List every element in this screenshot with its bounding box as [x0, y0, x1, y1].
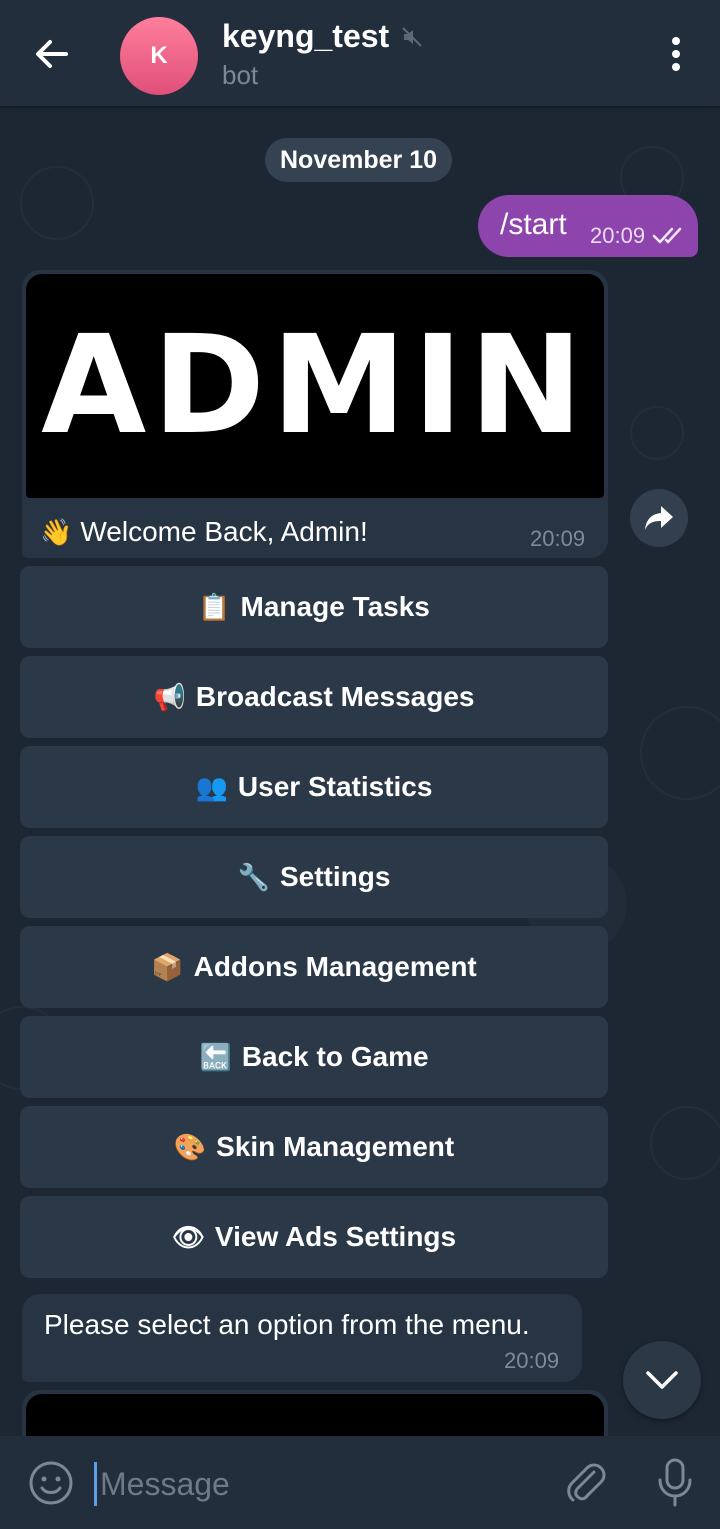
avatar[interactable]: K — [120, 17, 198, 95]
manage-tasks-button[interactable]: 📋 Manage Tasks — [20, 566, 608, 648]
more-options-icon[interactable] — [660, 34, 692, 74]
message-input-bar — [0, 1436, 720, 1529]
view-ads-settings-button[interactable]: 👁 View Ads Settings — [20, 1196, 608, 1278]
scroll-down-button[interactable] — [623, 1341, 701, 1419]
bot-message-card[interactable]: ADMIN 👋 Welcome Back, Admin! 20:09 — [22, 270, 608, 558]
broadcast-messages-label: Broadcast Messages — [195, 681, 475, 712]
settings-label: Settings — [279, 861, 391, 892]
back-to-game-button[interactable]: 🔙 Back to Game — [20, 1016, 608, 1098]
clipboard-icon: 📋 — [198, 592, 231, 622]
user-statistics-button[interactable]: 👥 User Statistics — [20, 746, 608, 828]
message-input[interactable] — [98, 1458, 542, 1510]
outgoing-message-time: 20:09 — [590, 223, 646, 248]
next-banner-image — [26, 1394, 604, 1436]
next-message-card[interactable] — [22, 1390, 608, 1436]
text-cursor — [94, 1462, 97, 1506]
chat-title[interactable]: keyng_test — [222, 18, 423, 55]
addons-management-label: Addons Management — [193, 951, 477, 982]
read-checkmark-icon — [652, 227, 682, 244]
reply-text: Please select an option from the menu. — [44, 1309, 530, 1340]
outgoing-message-text: /start — [500, 208, 567, 241]
megaphone-icon: 📢 — [153, 682, 186, 712]
palette-icon: 🎨 — [173, 1132, 207, 1162]
back-to-game-label: Back to Game — [241, 1041, 429, 1072]
eye-icon: 👁 — [171, 1222, 205, 1252]
settings-button[interactable]: 🔧 Settings — [20, 836, 608, 918]
emoji-icon[interactable] — [28, 1460, 74, 1506]
addons-management-button[interactable]: 📦 Addons Management — [20, 926, 608, 1008]
package-icon: 📦 — [151, 952, 184, 982]
back-arrow-icon[interactable] — [28, 30, 76, 78]
waving-hand-icon: 👋 — [40, 517, 73, 547]
back-arrow-emoji-icon: 🔙 — [199, 1042, 232, 1072]
chat-subtitle: bot — [222, 60, 259, 90]
attachment-icon[interactable] — [564, 1460, 608, 1506]
skin-management-button[interactable]: 🎨 Skin Management — [20, 1106, 608, 1188]
user-statistics-label: User Statistics — [237, 771, 433, 802]
microphone-icon[interactable] — [656, 1458, 694, 1508]
date-separator: November 10 — [265, 138, 453, 182]
message-time: 20:09 — [530, 526, 586, 551]
welcome-text: 👋 Welcome Back, Admin! — [40, 516, 368, 548]
users-icon: 👥 — [195, 772, 228, 802]
chevron-down-icon — [646, 1371, 678, 1389]
view-ads-settings-label: View Ads Settings — [214, 1221, 457, 1252]
welcome-label: Welcome Back, Admin! — [80, 516, 368, 547]
broadcast-messages-button[interactable]: 📢 Broadcast Messages — [20, 656, 608, 738]
wrench-icon: 🔧 — [237, 862, 270, 892]
chat-title-text: keyng_test — [222, 18, 390, 54]
chat-header: K keyng_test bot — [0, 0, 720, 106]
forward-share-icon[interactable] — [630, 489, 688, 547]
manage-tasks-label: Manage Tasks — [240, 591, 430, 622]
muted-icon — [402, 26, 422, 47]
reply-time: 20:09 — [504, 1348, 560, 1373]
admin-banner-image[interactable]: ADMIN — [26, 274, 604, 498]
bot-reply-message[interactable]: Please select an option from the menu. 2… — [22, 1294, 582, 1382]
skin-management-label: Skin Management — [216, 1131, 455, 1162]
outgoing-message[interactable]: /start 20:09 — [478, 195, 698, 257]
